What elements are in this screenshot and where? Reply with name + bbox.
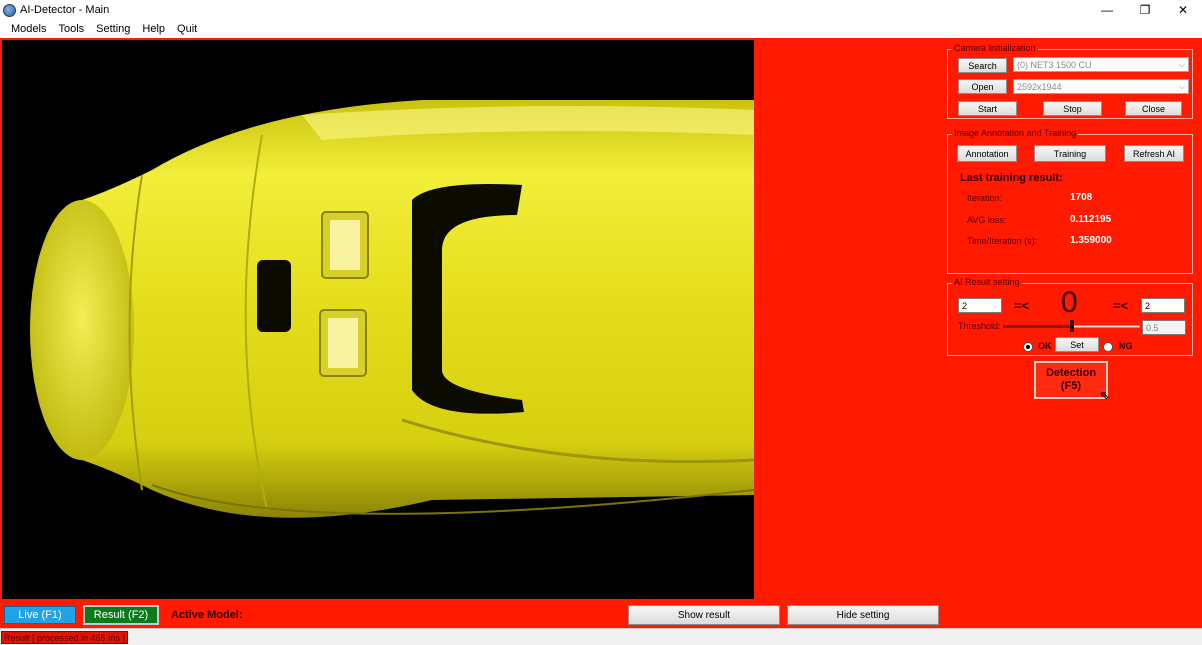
menu-quit[interactable]: Quit	[171, 23, 203, 35]
show-result-button[interactable]: Show result	[628, 605, 780, 625]
status-bar: Result [ processed in 465 ms ]	[0, 628, 1202, 645]
detection-line1: Detection	[1045, 367, 1097, 379]
min-count-input[interactable]: 2	[958, 298, 1002, 313]
main-area: Camera Initialization Search (0) NET3 15…	[0, 38, 1202, 628]
chevron-down-icon: ⌵	[1178, 82, 1185, 91]
annotation-button[interactable]: Annotation	[957, 145, 1017, 162]
max-count-input[interactable]: 2	[1141, 298, 1185, 313]
minimize-button[interactable]: —	[1088, 0, 1126, 20]
ok-radio[interactable]	[1023, 342, 1033, 352]
ng-label: NG	[1119, 341, 1133, 351]
training-button[interactable]: Training	[1034, 145, 1106, 162]
hide-setting-button[interactable]: Hide setting	[787, 605, 939, 625]
result-button[interactable]: Result (F2)	[83, 605, 159, 625]
detection-line2: (F5)	[1060, 380, 1082, 392]
resolution-select[interactable]: 2592x1944 ⌵	[1013, 79, 1189, 94]
set-button[interactable]: Set	[1055, 337, 1099, 352]
menu-bar: Models Tools Setting Help Quit	[0, 20, 1202, 38]
chevron-down-icon: ⌵	[1178, 60, 1185, 69]
ng-radio[interactable]	[1103, 342, 1113, 352]
cursor-icon: ⬁	[1100, 390, 1110, 402]
threshold-value-input[interactable]: 0.5	[1142, 320, 1186, 335]
open-button[interactable]: Open	[958, 79, 1007, 94]
camera-select[interactable]: (0) NET3 1500 CU ⌵	[1013, 57, 1189, 72]
app-icon	[3, 3, 16, 17]
threshold-slider[interactable]	[1003, 320, 1140, 332]
resolution-select-value: 2592x1944	[1017, 81, 1062, 92]
active-model-label: Active Model:	[171, 609, 243, 621]
ok-label: OK	[1038, 341, 1052, 351]
annotation-title: Image Annotation and Training	[952, 128, 1079, 138]
camera-init-group: Camera Initialization Search (0) NET3 15…	[947, 43, 1193, 119]
compare-left: =<	[1014, 298, 1030, 313]
title-bar: AI-Detector - Main — ❐ ✕	[0, 0, 1202, 20]
time-iteration-label: Time/Iteration (s):	[967, 236, 1038, 246]
menu-models[interactable]: Models	[0, 23, 52, 35]
last-training-title: Last training result:	[960, 172, 1063, 184]
ai-result-group: AI Result setting 2 =< 0 =< 2 Threshold:…	[947, 277, 1193, 356]
product-image	[30, 100, 754, 518]
avg-loss-label: AVG loss:	[967, 215, 1007, 225]
iteration-value: 1708	[1070, 192, 1093, 203]
threshold-label: Threshold:	[958, 321, 1001, 331]
time-iteration-value: 1.359000	[1070, 235, 1112, 246]
start-button[interactable]: Start	[958, 101, 1017, 116]
menu-help[interactable]: Help	[136, 23, 171, 35]
camera-view	[2, 40, 754, 599]
status-text: Result [ processed in 465 ms ]	[1, 631, 129, 644]
annotation-group: Image Annotation and Training Annotation…	[947, 128, 1193, 274]
menu-tools[interactable]: Tools	[52, 23, 90, 35]
close-camera-button[interactable]: Close	[1125, 101, 1182, 116]
camera-init-title: Camera Initialization	[952, 43, 1038, 53]
window-title: AI-Detector - Main	[20, 4, 110, 16]
threshold-slider-fill	[1003, 325, 1072, 328]
ai-result-title: AI Result setting	[952, 277, 1022, 287]
detection-button[interactable]: Detection (F5) ⬁	[1034, 361, 1109, 402]
maximize-button[interactable]: ❐	[1126, 0, 1164, 20]
live-button[interactable]: Live (F1)	[4, 606, 76, 624]
iteration-label: Iteration:	[967, 193, 1003, 203]
refresh-ai-button[interactable]: Refresh AI	[1124, 145, 1184, 162]
search-button[interactable]: Search	[958, 58, 1007, 73]
window-controls: — ❐ ✕	[1088, 0, 1202, 20]
threshold-slider-thumb[interactable]	[1069, 320, 1074, 332]
detected-count: 0	[1061, 286, 1078, 319]
compare-right: =<	[1113, 298, 1129, 313]
stop-button[interactable]: Stop	[1043, 101, 1102, 116]
ok-radio-dot	[1026, 345, 1030, 349]
menu-setting[interactable]: Setting	[90, 23, 136, 35]
close-window-button[interactable]: ✕	[1164, 0, 1202, 20]
camera-select-value: (0) NET3 1500 CU	[1017, 59, 1092, 70]
avg-loss-value: 0.112195	[1070, 214, 1112, 225]
